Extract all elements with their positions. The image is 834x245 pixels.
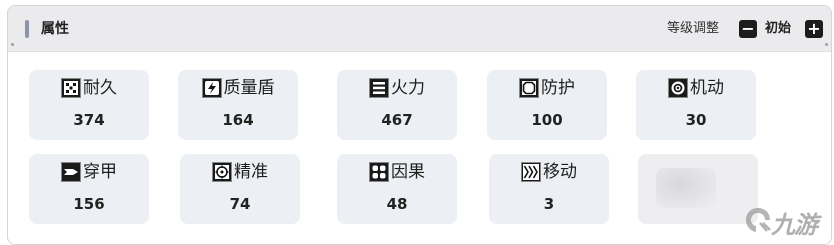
penetration-icon (61, 162, 81, 182)
stat-name: 穿甲 (83, 162, 117, 182)
stat-name: 耐久 (83, 78, 117, 98)
attributes-panel: 属性 等级调整 − 初始 + 耐久 374 质量盾 164 火力 467 防护 … (7, 5, 832, 245)
mobility-icon (668, 78, 688, 98)
stat-value: 48 (386, 195, 408, 213)
initial-level-label: 初始 (765, 21, 792, 36)
stat-card-shield: 质量盾 164 (178, 70, 298, 140)
corner-dot (825, 43, 828, 46)
level-increase-button[interactable]: + (805, 20, 823, 38)
stat-value: 164 (222, 111, 254, 129)
stat-value: 30 (685, 111, 707, 129)
causality-icon (369, 162, 389, 182)
stat-card-penetration: 穿甲 156 (29, 154, 149, 224)
stat-name: 质量盾 (223, 78, 275, 98)
stat-name: 火力 (391, 78, 425, 98)
level-adjust-label: 等级调整 (667, 21, 720, 36)
stat-value: 3 (543, 195, 555, 213)
movement-icon (521, 162, 541, 182)
blurred-placeholder (656, 168, 716, 208)
stat-card-causality: 因果 48 (337, 154, 457, 224)
shield-lightning-icon (201, 78, 222, 98)
stat-name: 防护 (541, 78, 575, 98)
stat-card-mobility: 机动 30 (636, 70, 756, 140)
level-decrease-button[interactable]: − (739, 20, 757, 38)
stat-name: 因果 (391, 162, 425, 182)
panel-title: 属性 (41, 21, 69, 37)
stat-card-movement: 移动 3 (489, 154, 609, 224)
stat-name: 移动 (543, 162, 577, 182)
stat-value: 156 (73, 195, 105, 213)
stat-value: 374 (73, 111, 105, 129)
crosshair-icon (212, 162, 232, 182)
watermark: 九游 (743, 199, 831, 243)
header-accent-bar (25, 20, 29, 38)
panel-header: 属性 等级调整 − 初始 + (8, 6, 831, 52)
stat-card-firepower: 火力 467 (337, 70, 457, 140)
stat-value: 100 (531, 111, 563, 129)
corner-dot (11, 43, 14, 46)
stat-value: 74 (229, 195, 251, 213)
stat-value: 467 (381, 111, 413, 129)
stat-card-durability: 耐久 374 (29, 70, 149, 140)
armor-icon (519, 78, 539, 98)
stat-name: 精准 (234, 162, 268, 182)
stat-card-empty (638, 154, 758, 224)
jiuyou-logo-icon (746, 208, 771, 232)
stat-card-armor: 防护 100 (487, 70, 607, 140)
stat-name: 机动 (690, 78, 724, 98)
stat-card-accuracy: 精准 74 (180, 154, 300, 224)
durability-icon (61, 78, 81, 98)
firepower-icon (369, 78, 389, 98)
watermark-text: 九游 (771, 211, 818, 239)
